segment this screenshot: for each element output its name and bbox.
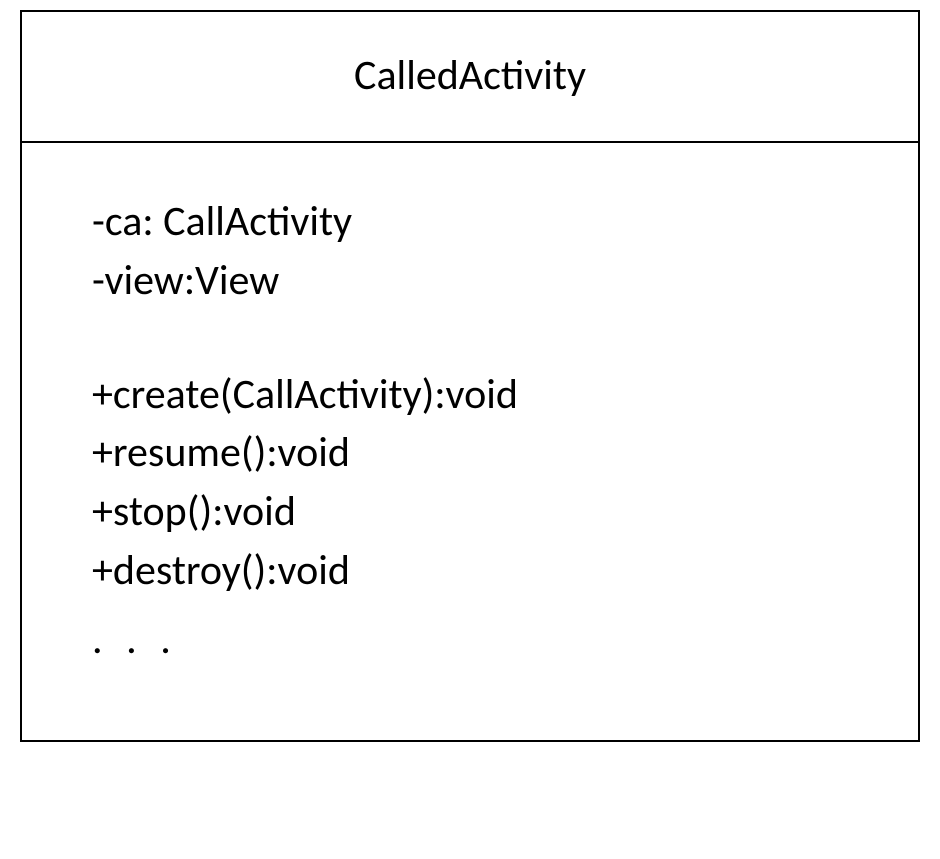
uml-class-body: -ca: CallActivity -view:View +create(Cal… bbox=[22, 143, 918, 740]
uml-class-header: CalledActivity bbox=[22, 12, 918, 143]
uml-method: +destroy():void bbox=[92, 542, 918, 601]
uml-class-box: CalledActivity -ca: CallActivity -view:V… bbox=[20, 10, 920, 742]
uml-method: +resume():void bbox=[92, 424, 918, 483]
uml-attribute: -view:View bbox=[92, 252, 918, 311]
uml-class-name: CalledActivity bbox=[22, 50, 918, 101]
uml-attribute: -ca: CallActivity bbox=[92, 193, 918, 252]
uml-method: +stop():void bbox=[92, 483, 918, 542]
uml-ellipsis: . . . bbox=[92, 601, 918, 670]
uml-method: +create(CallActivity):void bbox=[92, 366, 918, 425]
uml-section-spacer bbox=[92, 311, 918, 366]
